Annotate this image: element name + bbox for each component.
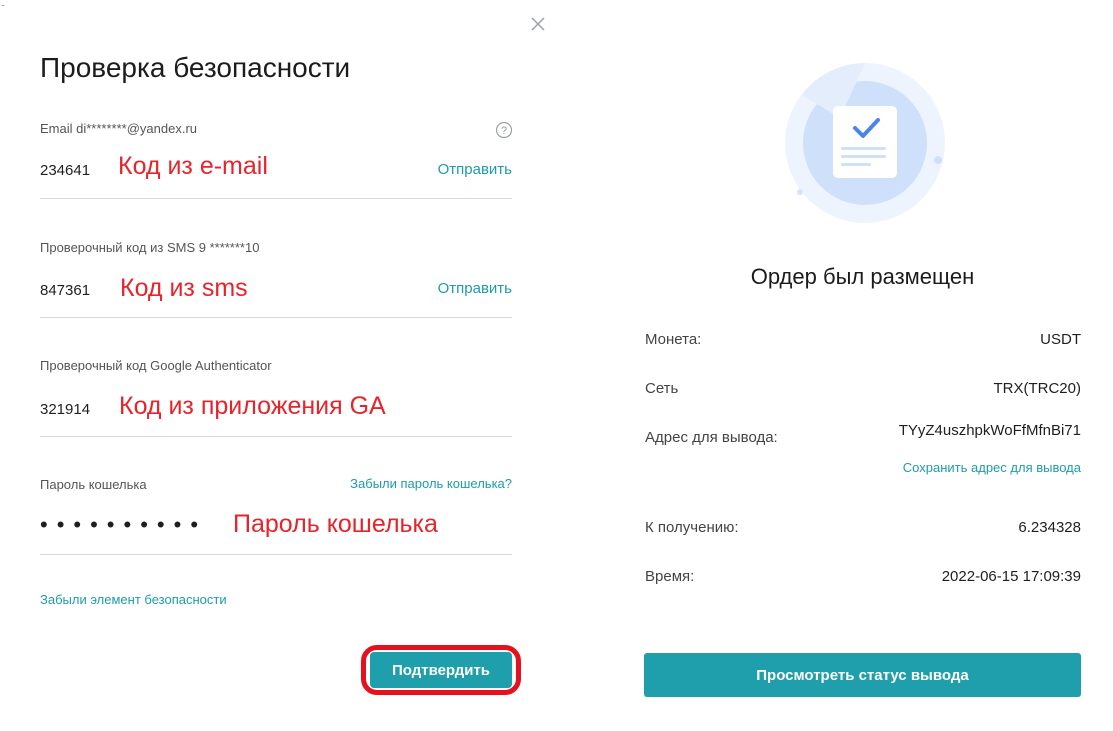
receive-amount-label: К получению: xyxy=(645,519,739,536)
wallet-password-input[interactable]: •••••••••• xyxy=(40,512,207,538)
sms-divider xyxy=(40,317,512,318)
ga-code-label: Проверочный код Google Authenticator xyxy=(40,358,272,373)
network-label: Сеть xyxy=(645,380,679,397)
forgot-wallet-password-link[interactable]: Забыли пароль кошелька? xyxy=(350,476,512,491)
withdraw-address-value: TYyZ4uszhpkWoFfMfnBi71 xyxy=(898,422,1081,439)
coin-label: Монета: xyxy=(645,331,702,348)
receive-amount-value: 6.234328 xyxy=(1018,519,1081,536)
ga-divider xyxy=(40,436,512,437)
ga-code-annotation: Код из приложения GA xyxy=(119,392,386,420)
ga-code-input[interactable]: 321914 xyxy=(40,401,90,418)
help-icon[interactable]: ? xyxy=(495,121,513,139)
save-address-link[interactable]: Сохранить адрес для вывода xyxy=(903,460,1081,475)
sms-send-button[interactable]: Отправить xyxy=(438,280,512,297)
time-label: Время: xyxy=(645,568,695,585)
coin-value: USDT xyxy=(1040,331,1081,348)
email-send-button[interactable]: Отправить xyxy=(438,161,512,178)
confirm-button[interactable]: Подтвердить xyxy=(370,652,512,688)
withdraw-address-label: Адрес для вывода: xyxy=(645,429,778,446)
email-divider xyxy=(40,198,512,199)
document-check-icon xyxy=(785,63,945,223)
dialog-title: Проверка безопасности xyxy=(40,52,351,83)
time-value: 2022-06-15 17:09:39 xyxy=(941,568,1081,585)
corner-mark: ˘ xyxy=(2,4,5,13)
wallet-password-annotation: Пароль кошелька xyxy=(233,510,438,538)
forgot-security-element-link[interactable]: Забыли элемент безопасности xyxy=(40,592,227,607)
network-value: TRX(TRC20) xyxy=(993,380,1081,397)
svg-text:?: ? xyxy=(501,125,507,137)
sms-code-label: Проверочный код из SMS 9 *******10 xyxy=(40,240,260,255)
email-code-label: Email di********@yandex.ru xyxy=(40,121,197,136)
wallet-password-divider xyxy=(40,554,512,555)
order-title: Ордер был размещен xyxy=(750,264,975,289)
view-withdrawal-status-button[interactable]: Просмотреть статус вывода xyxy=(644,653,1081,697)
close-icon[interactable] xyxy=(528,14,548,34)
